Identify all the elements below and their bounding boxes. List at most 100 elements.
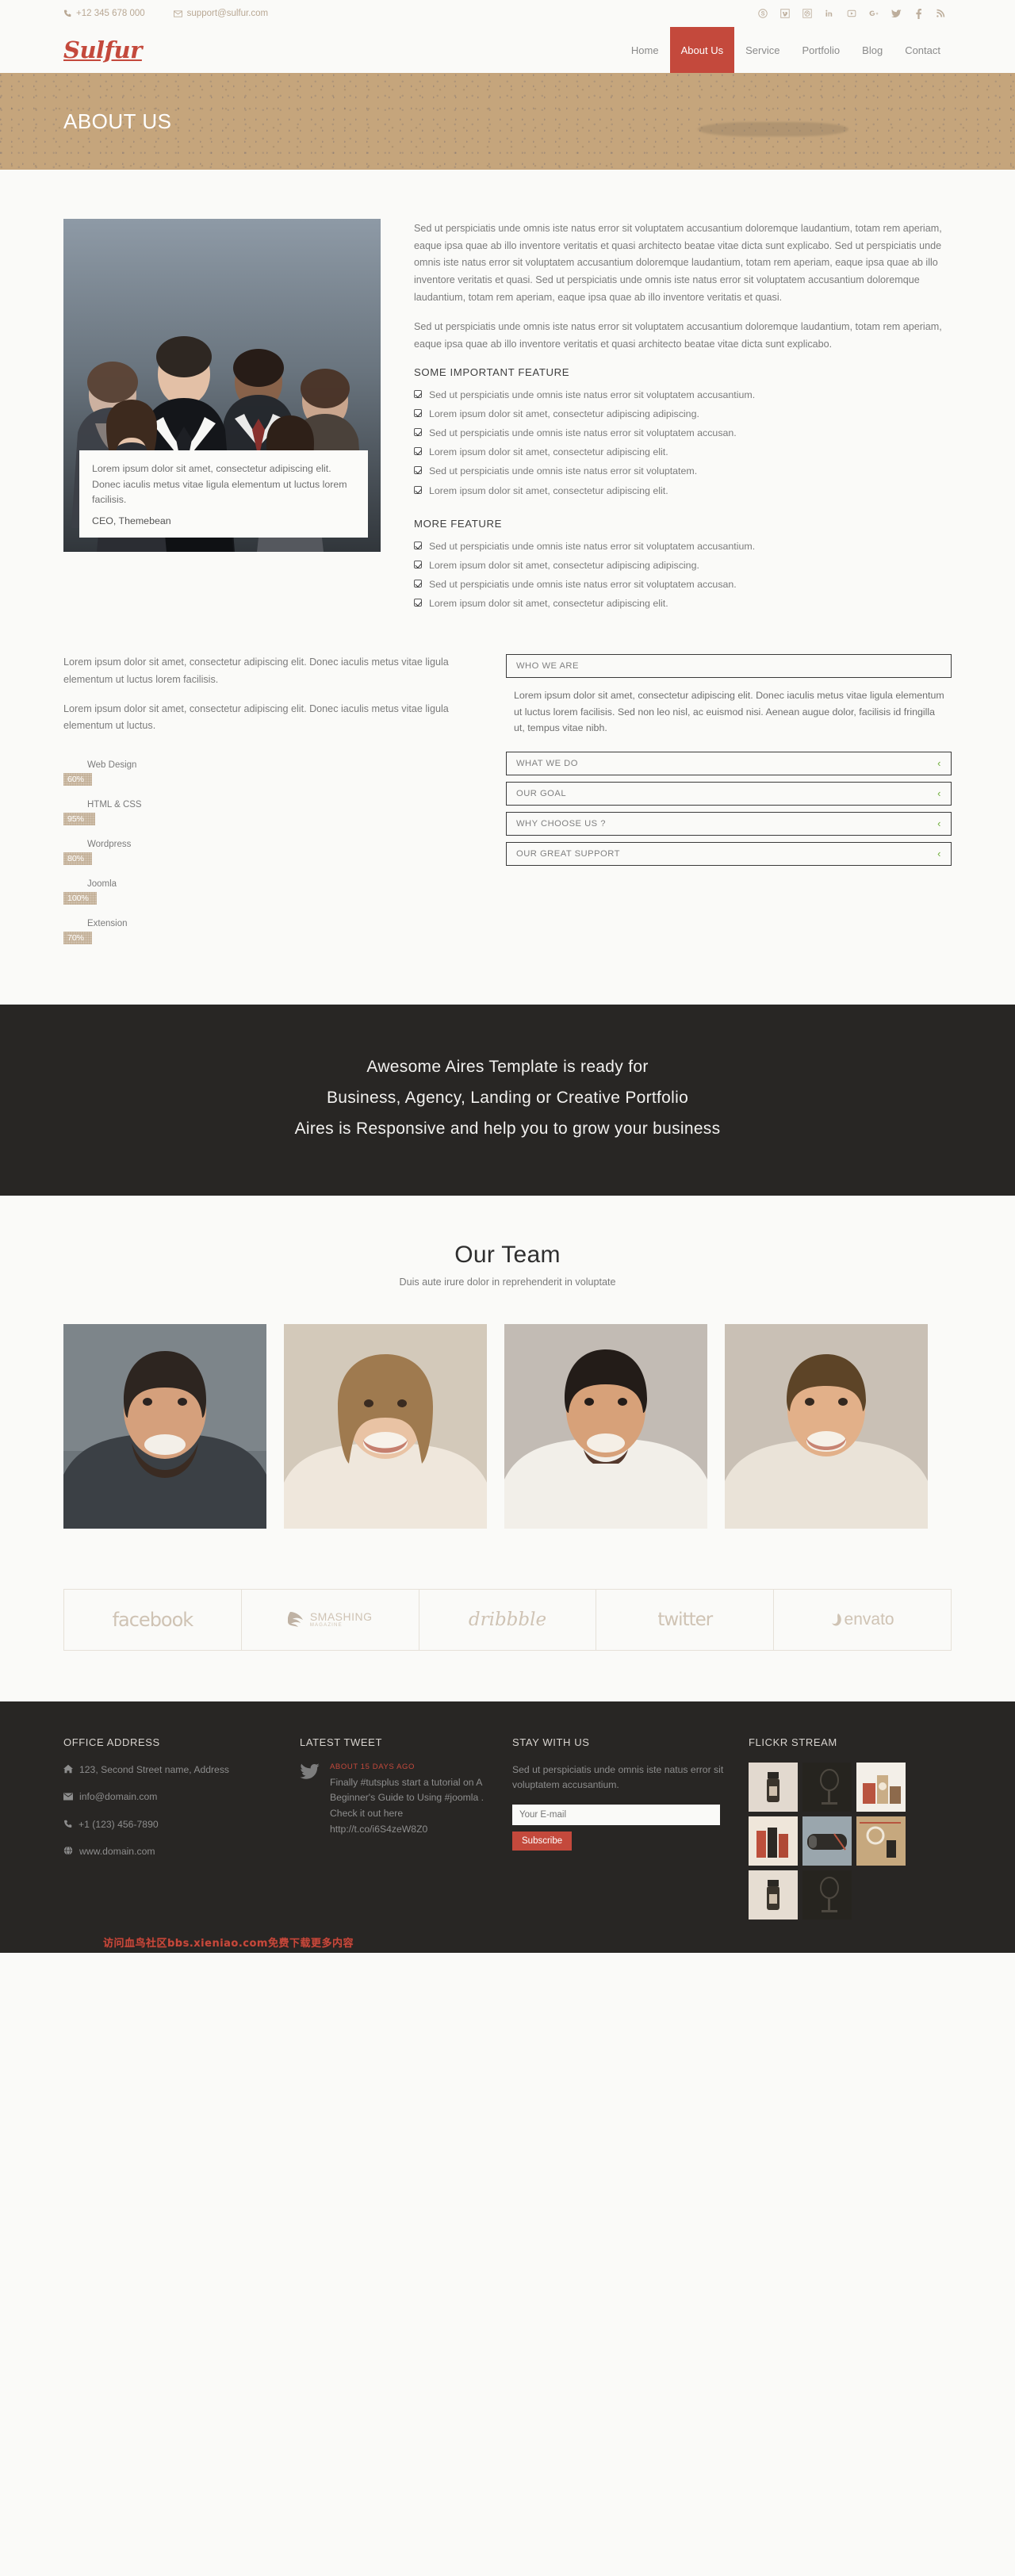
flickr-thumb-7[interactable] — [749, 1870, 798, 1920]
skill-progress: 80% — [63, 852, 92, 866]
nav-item-portfolio[interactable]: Portfolio — [791, 27, 851, 73]
footer-phone-row[interactable]: +1 (123) 456-7890 — [63, 1817, 278, 1834]
check-icon — [414, 560, 422, 568]
rss-icon[interactable] — [929, 5, 952, 22]
check-icon — [414, 389, 422, 398]
feature-text: Sed ut perspiciatis unde omnis iste natu… — [429, 579, 737, 591]
flickr-thumb-8[interactable] — [802, 1870, 852, 1920]
brand-dribbble[interactable]: dribbble — [418, 1588, 597, 1651]
footer-address-text: 123, Second Street name, Address — [79, 1763, 230, 1775]
member-photo-1 — [63, 1323, 266, 1529]
feature-item: Lorem ipsum dolor sit amet, consectetur … — [414, 594, 952, 613]
accordion-header[interactable]: WHO WE ARE — [506, 654, 952, 679]
brand-facebook[interactable]: facebook — [63, 1588, 242, 1651]
footer-phone-text: +1 (123) 456-7890 — [79, 1818, 159, 1830]
footer-flickr-stream: FLICKR STREAM — [749, 1736, 952, 1920]
chevron-left-icon: ‹ — [937, 817, 941, 830]
feature-text: Lorem ipsum dolor sit amet, consectetur … — [429, 446, 668, 458]
check-icon — [414, 580, 422, 588]
dribbble-icon[interactable] — [796, 5, 818, 22]
skill-row: Wordpress 80% — [63, 840, 476, 867]
accordion-item-what-we-do: WHAT WE DO ‹ — [506, 751, 952, 775]
topbar-phone-text: +12 345 678 000 — [76, 9, 145, 18]
check-icon — [414, 485, 422, 494]
skype-icon[interactable] — [752, 5, 774, 22]
skill-progress: 60% — [63, 773, 92, 787]
home-icon — [63, 1763, 73, 1779]
about-paragraph-1: Sed ut perspiciatis unde omnis iste natu… — [414, 223, 942, 303]
top-bar-contacts: +12 345 678 000 support@sulfur.com — [63, 9, 268, 18]
cta-line-1: Awesome Aires Template is ready for — [366, 1058, 649, 1077]
accordion-body: Lorem ipsum dolor sit amet, consectetur … — [514, 690, 944, 733]
facebook-icon[interactable] — [907, 5, 929, 22]
feature-item: Sed ut perspiciatis unde omnis iste natu… — [414, 385, 952, 404]
twitter-bird-icon — [300, 1763, 320, 1838]
twitter-icon[interactable] — [885, 5, 907, 22]
googleplus-icon[interactable] — [863, 5, 885, 22]
skill-bars: Web Design 60% HTML & CSS 95% Wordpress … — [63, 760, 476, 946]
youtube-icon[interactable] — [841, 5, 863, 22]
newsletter-email-input[interactable] — [512, 1805, 720, 1826]
brand-smashing-magazine[interactable]: SMASHING MAGAZINE — [240, 1588, 419, 1651]
accordion-header[interactable]: WHY CHOOSE US ? ‹ — [506, 811, 952, 836]
brand-twitter[interactable]: twitter — [596, 1588, 775, 1651]
feature-text: Sed ut perspiciatis unde omnis iste natu… — [429, 465, 698, 477]
vimeo-icon[interactable] — [774, 5, 796, 22]
nav-item-home[interactable]: Home — [620, 27, 670, 73]
feature-text: Sed ut perspiciatis unde omnis iste natu… — [429, 389, 756, 400]
team-member-3[interactable] — [504, 1323, 707, 1529]
nav-item-service[interactable]: Service — [734, 27, 791, 73]
nav-item-contact[interactable]: Contact — [894, 27, 952, 73]
dribbble-logo: dribbble — [468, 1609, 547, 1630]
footer-bottom: 访问血鸟社区bbs.xieniao.com免费下载更多内容 — [63, 1920, 952, 1953]
flickr-thumb-2[interactable] — [802, 1762, 852, 1812]
feature-text: Sed ut perspiciatis unde omnis iste natu… — [429, 540, 756, 552]
team-member-1[interactable] — [63, 1323, 266, 1529]
brand-envato[interactable]: envato — [773, 1588, 952, 1651]
accordion-item-why-choose-us: WHY CHOOSE US ? ‹ — [506, 811, 952, 836]
footer-latest-tweet: LATEST TWEET ABOUT 15 DAYS AGO Finally #… — [300, 1736, 490, 1920]
feature-item: Lorem ipsum dolor sit amet, consectetur … — [414, 481, 952, 500]
skill-label: Joomla — [87, 879, 117, 890]
flickr-thumb-6[interactable] — [856, 1816, 906, 1866]
nav-item-about-us[interactable]: About Us — [669, 27, 735, 73]
team-title: Our Team — [454, 1241, 561, 1268]
chevron-left-icon: ‹ — [937, 787, 941, 800]
feature-item: Sed ut perspiciatis unde omnis iste natu… — [414, 575, 952, 594]
subscribe-button[interactable]: Subscribe — [512, 1832, 573, 1851]
team-member-2[interactable] — [284, 1323, 487, 1529]
flickr-thumb-1[interactable] — [749, 1762, 798, 1812]
team-member-4[interactable] — [725, 1323, 928, 1529]
accordion-label: OUR GREAT SUPPORT — [516, 848, 620, 859]
nav-item-blog[interactable]: Blog — [851, 27, 894, 73]
topbar-email[interactable]: support@sulfur.com — [173, 9, 269, 18]
footer-col1-title: OFFICE ADDRESS — [63, 1736, 160, 1748]
accordion-header[interactable]: OUR GREAT SUPPORT ‹ — [506, 841, 952, 866]
feature-item: Sed ut perspiciatis unde omnis iste natu… — [414, 461, 952, 480]
skills-accordion-section: Lorem ipsum dolor sit amet, consectetur … — [0, 613, 1015, 1005]
about-section: Lorem ipsum dolor sit amet, consectetur … — [0, 170, 1015, 613]
linkedin-icon[interactable] — [818, 5, 841, 22]
site-logo[interactable]: Sulfur — [63, 36, 142, 63]
accordion-header[interactable]: WHAT WE DO ‹ — [506, 751, 952, 775]
smashing-magazine-logo: SMASHING MAGAZINE — [287, 1610, 373, 1629]
footer-office-address: OFFICE ADDRESS 123, Second Street name, … — [63, 1736, 278, 1920]
about-text-column: Sed ut perspiciatis unde omnis iste natu… — [414, 219, 952, 613]
flickr-thumb-4[interactable] — [749, 1816, 798, 1866]
feature-item: Sed ut perspiciatis unde omnis iste natu… — [414, 423, 952, 442]
about-paragraph-2: Sed ut perspiciatis unde omnis iste natu… — [414, 321, 942, 350]
flickr-thumb-5[interactable] — [802, 1816, 852, 1866]
envelope-icon — [63, 1790, 73, 1806]
footer-email-row[interactable]: info@domain.com — [63, 1789, 278, 1806]
topbar-email-text: support@sulfur.com — [186, 9, 269, 18]
features-heading-2: MORE FEATURE — [414, 517, 502, 530]
member-photo-3 — [504, 1323, 707, 1529]
check-icon — [414, 599, 422, 607]
features-list-1: Sed ut perspiciatis unde omnis iste natu… — [414, 385, 952, 500]
accordion-label: OUR GOAL — [516, 788, 567, 798]
team-subtitle: Duis aute irure dolor in reprehenderit i… — [399, 1276, 616, 1288]
accordion-header[interactable]: OUR GOAL ‹ — [506, 781, 952, 806]
flickr-thumb-3[interactable] — [856, 1762, 906, 1812]
footer-website-row[interactable]: www.domain.com — [63, 1844, 278, 1861]
topbar-phone[interactable]: +12 345 678 000 — [63, 9, 145, 18]
